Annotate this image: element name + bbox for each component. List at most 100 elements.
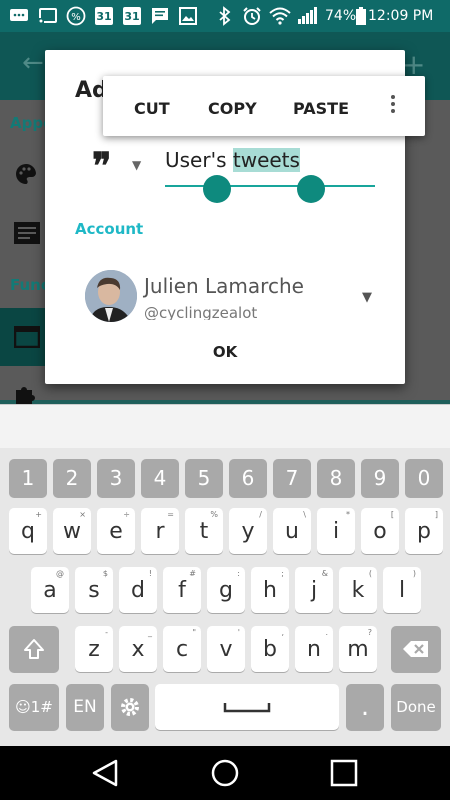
status-bar: % 31 31 74% 12:09 PM: [0, 0, 450, 32]
cut-button[interactable]: CUT: [134, 96, 170, 120]
key-label: n: [307, 636, 321, 662]
message-icon: [8, 6, 30, 26]
key-0[interactable]: 0: [405, 459, 443, 497]
shift-key[interactable]: [9, 626, 59, 672]
input-underline: [165, 185, 375, 187]
key-v[interactable]: v ': [207, 626, 245, 672]
key-x[interactable]: x _: [119, 626, 157, 672]
key-hint: ;: [281, 569, 284, 578]
key-label: g: [219, 577, 233, 603]
backspace-key[interactable]: [391, 626, 441, 672]
key-6[interactable]: 6: [229, 459, 267, 497]
key-label: m: [347, 636, 369, 662]
recents-icon[interactable]: [330, 759, 358, 791]
done-key[interactable]: Done: [391, 684, 441, 730]
key-hint: *: [346, 510, 350, 519]
key-z[interactable]: z-: [75, 626, 113, 672]
copy-button[interactable]: COPY: [208, 96, 257, 120]
key-label: i: [332, 518, 340, 544]
key-8[interactable]: 8: [317, 459, 355, 497]
key-a[interactable]: a @: [31, 567, 69, 613]
key-q[interactable]: q +: [9, 508, 47, 554]
key-label: t: [199, 518, 209, 544]
paste-button[interactable]: PASTE: [293, 96, 349, 120]
key-r[interactable]: r =: [141, 508, 179, 554]
language-key[interactable]: EN: [66, 684, 104, 730]
key-label: z: [88, 636, 100, 662]
alarm-icon: [241, 6, 263, 26]
key-9[interactable]: 9: [361, 459, 399, 497]
key-n[interactable]: n.: [295, 626, 333, 672]
key-label: l: [398, 577, 406, 603]
ok-button[interactable]: OK: [203, 338, 247, 366]
key-hint: ,: [281, 628, 284, 637]
chat-icon: [150, 6, 170, 26]
calendar-icon: 31: [122, 6, 142, 26]
key-7[interactable]: 7: [273, 459, 311, 497]
key-c[interactable]: c ": [163, 626, 201, 672]
key-e[interactable]: e ÷: [97, 508, 135, 554]
key-k[interactable]: k(: [339, 567, 377, 613]
key-label: y: [241, 518, 255, 544]
key-4[interactable]: 4: [141, 459, 179, 497]
key-1[interactable]: 1: [9, 459, 47, 497]
key-u[interactable]: u \: [273, 508, 311, 554]
key-hint: /: [259, 510, 262, 519]
key-hint: %: [210, 510, 218, 519]
key-d[interactable]: d!: [119, 567, 157, 613]
image-icon: [178, 6, 198, 26]
key-label: d: [131, 577, 145, 603]
key-label: f: [178, 577, 186, 603]
key-j[interactable]: j &: [295, 567, 333, 613]
key-hint: _: [148, 628, 152, 637]
back-icon[interactable]: [90, 758, 120, 792]
key-label: c: [175, 636, 189, 662]
home-icon[interactable]: [210, 758, 240, 792]
key-m[interactable]: m?: [339, 626, 377, 672]
dropdown-arrow-icon[interactable]: ▼: [132, 158, 141, 172]
emoji-symbols-key[interactable]: ☺1#: [9, 684, 59, 730]
key-hint: @: [56, 569, 64, 578]
account-dropdown-icon[interactable]: ▼: [362, 290, 372, 305]
key-label: EN: [73, 697, 97, 717]
key-b[interactable]: b,: [251, 626, 289, 672]
key-hint: !: [148, 569, 152, 578]
key-2[interactable]: 2: [53, 459, 91, 497]
quote-icon[interactable]: ❞: [92, 148, 111, 184]
key-3[interactable]: 3: [97, 459, 135, 497]
key-label: 6: [241, 466, 255, 490]
key-w[interactable]: w ×: [53, 508, 91, 554]
source-input[interactable]: User's tweets: [165, 148, 300, 172]
key-h[interactable]: h;: [251, 567, 289, 613]
wifi-icon: [268, 6, 292, 26]
key-s[interactable]: s $: [75, 567, 113, 613]
key-g[interactable]: g:: [207, 567, 245, 613]
key-l[interactable]: l): [383, 567, 421, 613]
selection-handle-end[interactable]: [297, 175, 325, 203]
period-key[interactable]: .: [346, 684, 384, 730]
text-box-icon: [14, 222, 40, 250]
calendar-day: 31: [95, 7, 113, 25]
key-o[interactable]: o[: [361, 508, 399, 554]
key-hint: &: [321, 569, 328, 578]
cast-icon: [37, 6, 59, 26]
key-f[interactable]: f #: [163, 567, 201, 613]
signal-icon: [296, 6, 318, 26]
more-options-icon[interactable]: [386, 92, 400, 120]
space-key[interactable]: [155, 684, 339, 730]
key-hint: (: [368, 569, 372, 578]
selection-handle-start[interactable]: [203, 175, 231, 203]
key-i[interactable]: i *: [317, 508, 355, 554]
key-p[interactable]: p]: [405, 508, 443, 554]
key-label: q: [21, 518, 35, 544]
key-label: h: [263, 577, 277, 603]
key-5[interactable]: 5: [185, 459, 223, 497]
key-label: o: [373, 518, 387, 544]
settings-key[interactable]: [111, 684, 149, 730]
key-label: x: [131, 636, 145, 662]
back-arrow-icon[interactable]: ←: [22, 48, 44, 78]
key-y[interactable]: y /: [229, 508, 267, 554]
percent-icon: %: [66, 6, 86, 26]
key-hint: ×: [79, 510, 86, 519]
key-t[interactable]: t%: [185, 508, 223, 554]
